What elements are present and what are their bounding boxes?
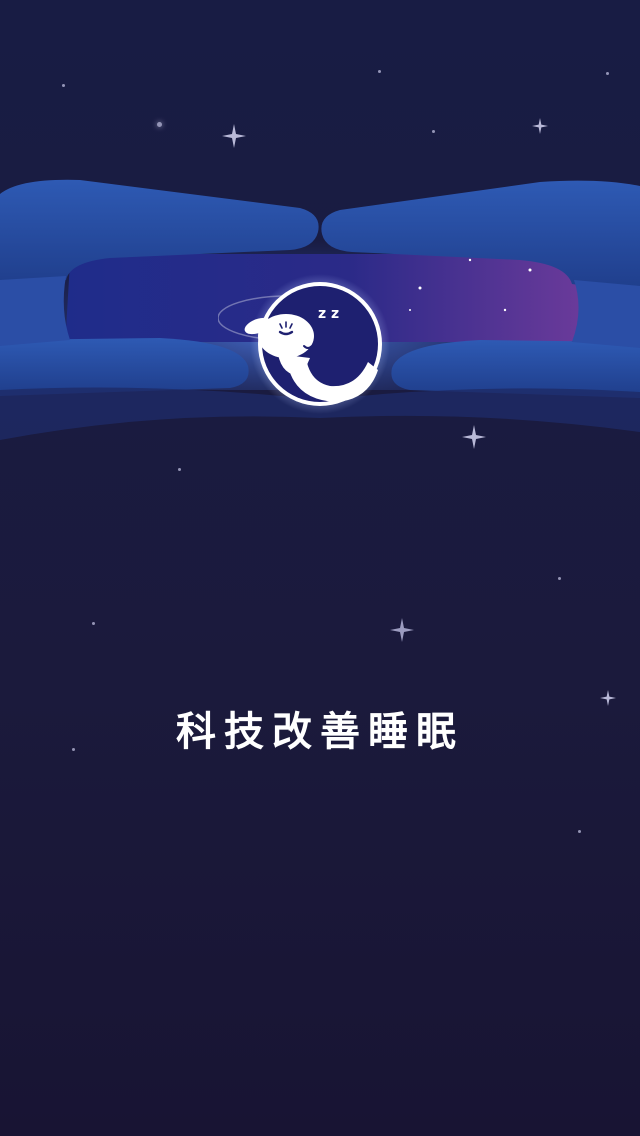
splash-screen: z z 科技改善睡眠 [0,0,640,1136]
star-dot [578,830,581,833]
star-dot [432,130,435,133]
star-dot [157,122,162,127]
sparkle-star-icon [532,118,548,134]
slogan-text: 科技改善睡眠 [176,709,464,755]
sleeping-sheep-moon-icon: z z [218,274,390,414]
star-dot [378,70,381,73]
snore-zz-text: z z [318,306,339,322]
star-dot [178,468,181,471]
sparkle-star-icon [390,618,414,642]
star-dot [92,622,95,625]
star-dot [62,84,65,87]
star-dot [606,72,609,75]
star-dot [558,577,561,580]
sparkle-star-icon [222,124,246,148]
